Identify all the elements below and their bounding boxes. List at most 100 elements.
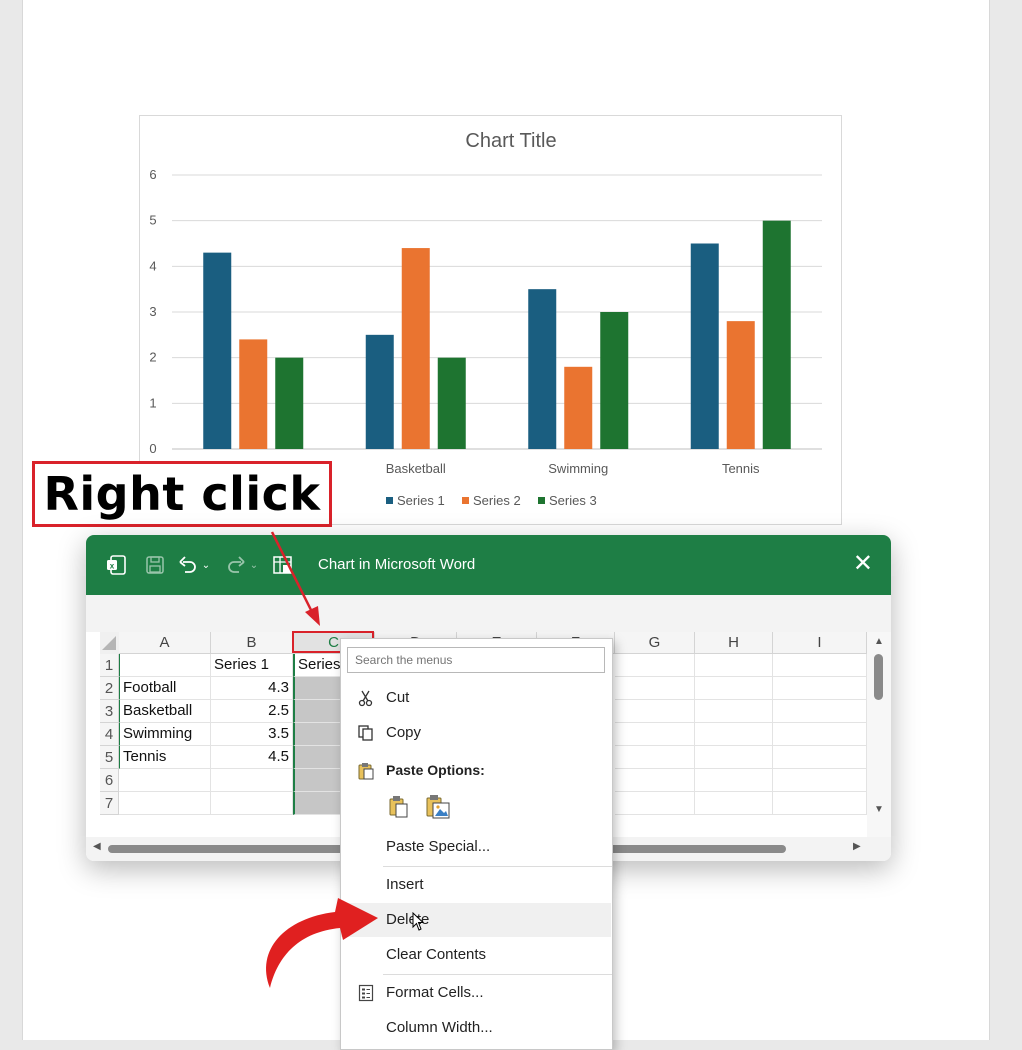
menu-item-delete[interactable]: Delete <box>341 903 611 937</box>
menu-item-format-cells[interactable]: Format Cells... <box>341 976 611 1010</box>
format-cells-icon <box>355 982 377 1004</box>
close-icon[interactable]: ✕ <box>853 549 873 578</box>
paste-keep-source-icon[interactable] <box>386 792 412 822</box>
cell-h7[interactable] <box>695 792 773 815</box>
cell-g5[interactable] <box>615 746 695 769</box>
column-header-b[interactable]: B <box>211 632 293 654</box>
cell-i1[interactable] <box>773 654 867 677</box>
save-icon[interactable] <box>143 553 167 577</box>
column-header-h[interactable]: H <box>695 632 773 654</box>
menu-separator <box>383 974 612 975</box>
x-tick-label: Tennis <box>722 461 760 476</box>
cell-g7[interactable] <box>615 792 695 815</box>
menu-item-paste-special[interactable]: Paste Special... <box>341 830 611 864</box>
cell-g6[interactable] <box>615 769 695 792</box>
bar-1 <box>528 289 557 449</box>
paste-special-label: Paste Special... <box>386 838 491 855</box>
cell-a3[interactable]: Basketball <box>119 700 211 723</box>
row-header-2[interactable]: 2 <box>100 677 119 700</box>
cell-b5[interactable]: 4.5 <box>211 746 293 769</box>
cell-i6[interactable] <box>773 769 867 792</box>
insert-label: Insert <box>386 876 424 893</box>
cut-label: Cut <box>386 689 410 706</box>
cell-h3[interactable] <box>695 700 773 723</box>
scroll-left-arrow-icon[interactable]: ◀ <box>93 841 101 852</box>
y-tick-label: 1 <box>149 395 156 410</box>
bar-3 <box>762 220 791 449</box>
menu-item-insert[interactable]: Insert <box>341 868 611 902</box>
window-title: Chart in Microsoft Word <box>318 556 476 573</box>
bar-2 <box>239 339 268 449</box>
edit-data-in-excel-icon[interactable] <box>271 553 295 577</box>
cell-g2[interactable] <box>615 677 695 700</box>
scroll-down-arrow-icon[interactable]: ▼ <box>874 804 884 815</box>
cell-b3[interactable]: 2.5 <box>211 700 293 723</box>
menu-item-cut[interactable]: Cut <box>341 681 611 715</box>
cell-i2[interactable] <box>773 677 867 700</box>
cell-h5[interactable] <box>695 746 773 769</box>
undo-icon[interactable] <box>176 553 200 577</box>
cell-a2[interactable]: Football <box>119 677 211 700</box>
cell-b7[interactable] <box>211 792 293 815</box>
select-all-corner[interactable] <box>100 632 120 655</box>
column-header-a[interactable]: A <box>119 632 211 654</box>
cell-h2[interactable] <box>695 677 773 700</box>
cell-i4[interactable] <box>773 723 867 746</box>
cell-b4[interactable]: 3.5 <box>211 723 293 746</box>
bar-3 <box>600 312 629 449</box>
cell-i5[interactable] <box>773 746 867 769</box>
redo-dropdown-chevron-icon[interactable]: ⌄ <box>248 553 260 577</box>
undo-dropdown-chevron-icon[interactable]: ⌄ <box>200 553 212 577</box>
cell-h4[interactable] <box>695 723 773 746</box>
vertical-scroll-thumb[interactable] <box>874 654 883 700</box>
x-tick-label: Swimming <box>548 461 608 476</box>
row-header-7[interactable]: 7 <box>100 792 119 815</box>
cell-a6[interactable] <box>119 769 211 792</box>
menu-search-input[interactable] <box>347 647 605 673</box>
y-tick-label: 5 <box>149 213 156 228</box>
legend-swatch <box>462 497 469 504</box>
cell-a7[interactable] <box>119 792 211 815</box>
cell-h6[interactable] <box>695 769 773 792</box>
vertical-scrollbar[interactable]: ▲ ▼ <box>867 632 891 837</box>
svg-text:x: x <box>110 562 115 571</box>
legend-label: Series 1 <box>397 493 445 508</box>
paste-options-label: Paste Options: <box>386 762 485 778</box>
scissors-icon <box>355 687 377 709</box>
row-header-1[interactable]: 1 <box>100 654 119 677</box>
cell-a5[interactable]: Tennis <box>119 746 211 769</box>
copy-icon <box>355 722 377 744</box>
cell-a1[interactable] <box>119 654 211 677</box>
cell-a4[interactable]: Swimming <box>119 723 211 746</box>
menu-item-clear-contents[interactable]: Clear Contents <box>341 938 611 972</box>
column-header-g[interactable]: G <box>615 632 695 654</box>
context-menu: Cut Copy Paste Options: Paste Special...… <box>340 638 613 1050</box>
cell-b1[interactable]: Series 1 <box>211 654 293 677</box>
cell-i7[interactable] <box>773 792 867 815</box>
cell-b2[interactable]: 4.3 <box>211 677 293 700</box>
mouse-cursor-icon <box>412 911 426 936</box>
scroll-right-arrow-icon[interactable]: ▶ <box>853 841 861 852</box>
scroll-up-arrow-icon[interactable]: ▲ <box>874 636 884 647</box>
column-chart: 0123456FootballBasketballSwimmingTennisS… <box>149 167 822 508</box>
cell-i3[interactable] <box>773 700 867 723</box>
copy-label: Copy <box>386 724 422 741</box>
menu-item-copy[interactable]: Copy <box>341 716 611 750</box>
x-tick-label: Basketball <box>386 461 446 476</box>
cell-g3[interactable] <box>615 700 695 723</box>
y-tick-label: 3 <box>149 304 156 319</box>
cell-g1[interactable] <box>615 654 695 677</box>
row-header-5[interactable]: 5 <box>100 746 119 769</box>
cell-b6[interactable] <box>211 769 293 792</box>
paste-picture-icon[interactable] <box>423 792 453 822</box>
row-header-6[interactable]: 6 <box>100 769 119 792</box>
cell-h1[interactable] <box>695 654 773 677</box>
row-header-4[interactable]: 4 <box>100 723 119 746</box>
y-tick-label: 0 <box>149 441 156 456</box>
redo-icon[interactable] <box>224 553 248 577</box>
bar-2 <box>401 248 430 449</box>
bar-2 <box>726 321 755 449</box>
row-header-3[interactable]: 3 <box>100 700 119 723</box>
cell-g4[interactable] <box>615 723 695 746</box>
column-header-i[interactable]: I <box>773 632 867 654</box>
